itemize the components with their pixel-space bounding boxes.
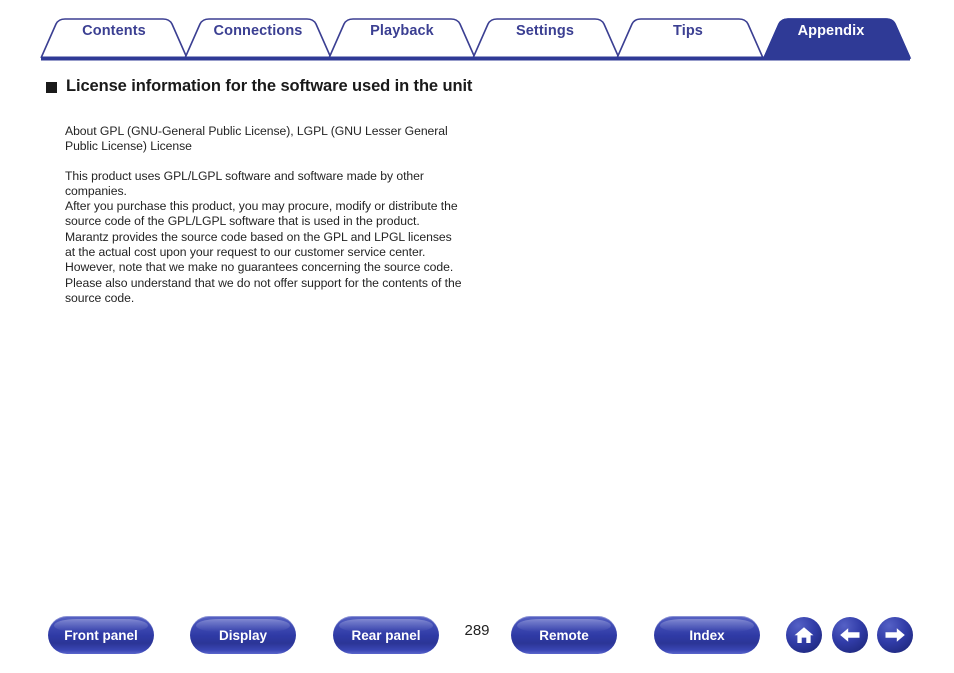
square-bullet-icon — [46, 82, 57, 93]
front-panel-button[interactable]: Front panel — [48, 616, 154, 654]
body-text-block: About GPL (GNU-General Public License), … — [65, 124, 465, 306]
home-icon — [794, 627, 814, 643]
section-heading: License information for the software use… — [46, 76, 476, 97]
remote-button-label: Remote — [539, 627, 589, 643]
page-title: License information for the software use… — [66, 77, 473, 95]
remote-button[interactable]: Remote — [511, 616, 617, 654]
display-button[interactable]: Display — [190, 616, 296, 654]
home-button[interactable] — [786, 617, 822, 653]
paragraph-3: After you purchase this product, you may… — [65, 199, 458, 260]
paragraph-1: About GPL (GNU-General Public License), … — [65, 124, 448, 154]
display-button-label: Display — [218, 627, 268, 643]
tab-playback[interactable]: Playback — [370, 23, 434, 39]
tab-tips[interactable]: Tips — [673, 23, 703, 39]
tab-bar: Contents Connections Playback Settings T… — [0, 0, 954, 62]
tab-bar-underline — [41, 56, 910, 61]
paragraph-5: Please also understand that we do not of… — [65, 275, 462, 305]
tab-contents[interactable]: Contents — [82, 23, 146, 39]
paragraph-4: However, note that we make no guarantees… — [65, 260, 454, 275]
footer-navigation: Front panel Display Rear panel 289 Remot… — [0, 616, 954, 660]
forward-button[interactable] — [877, 617, 913, 653]
tab-connections[interactable]: Connections — [214, 23, 303, 39]
front-panel-button-label: Front panel — [64, 627, 138, 643]
page-number: 289 — [464, 622, 490, 639]
rear-panel-button[interactable]: Rear panel — [333, 616, 439, 654]
paragraph-2: This product uses GPL/LGPL software and … — [65, 168, 424, 198]
index-button[interactable]: Index — [654, 616, 760, 654]
tab-settings[interactable]: Settings — [516, 23, 574, 39]
arrow-left-icon — [840, 628, 860, 642]
arrow-right-icon — [885, 628, 905, 642]
rear-panel-button-label: Rear panel — [351, 627, 421, 643]
tab-appendix[interactable]: Appendix — [798, 23, 865, 39]
back-button[interactable] — [832, 617, 868, 653]
index-button-label: Index — [689, 627, 725, 643]
